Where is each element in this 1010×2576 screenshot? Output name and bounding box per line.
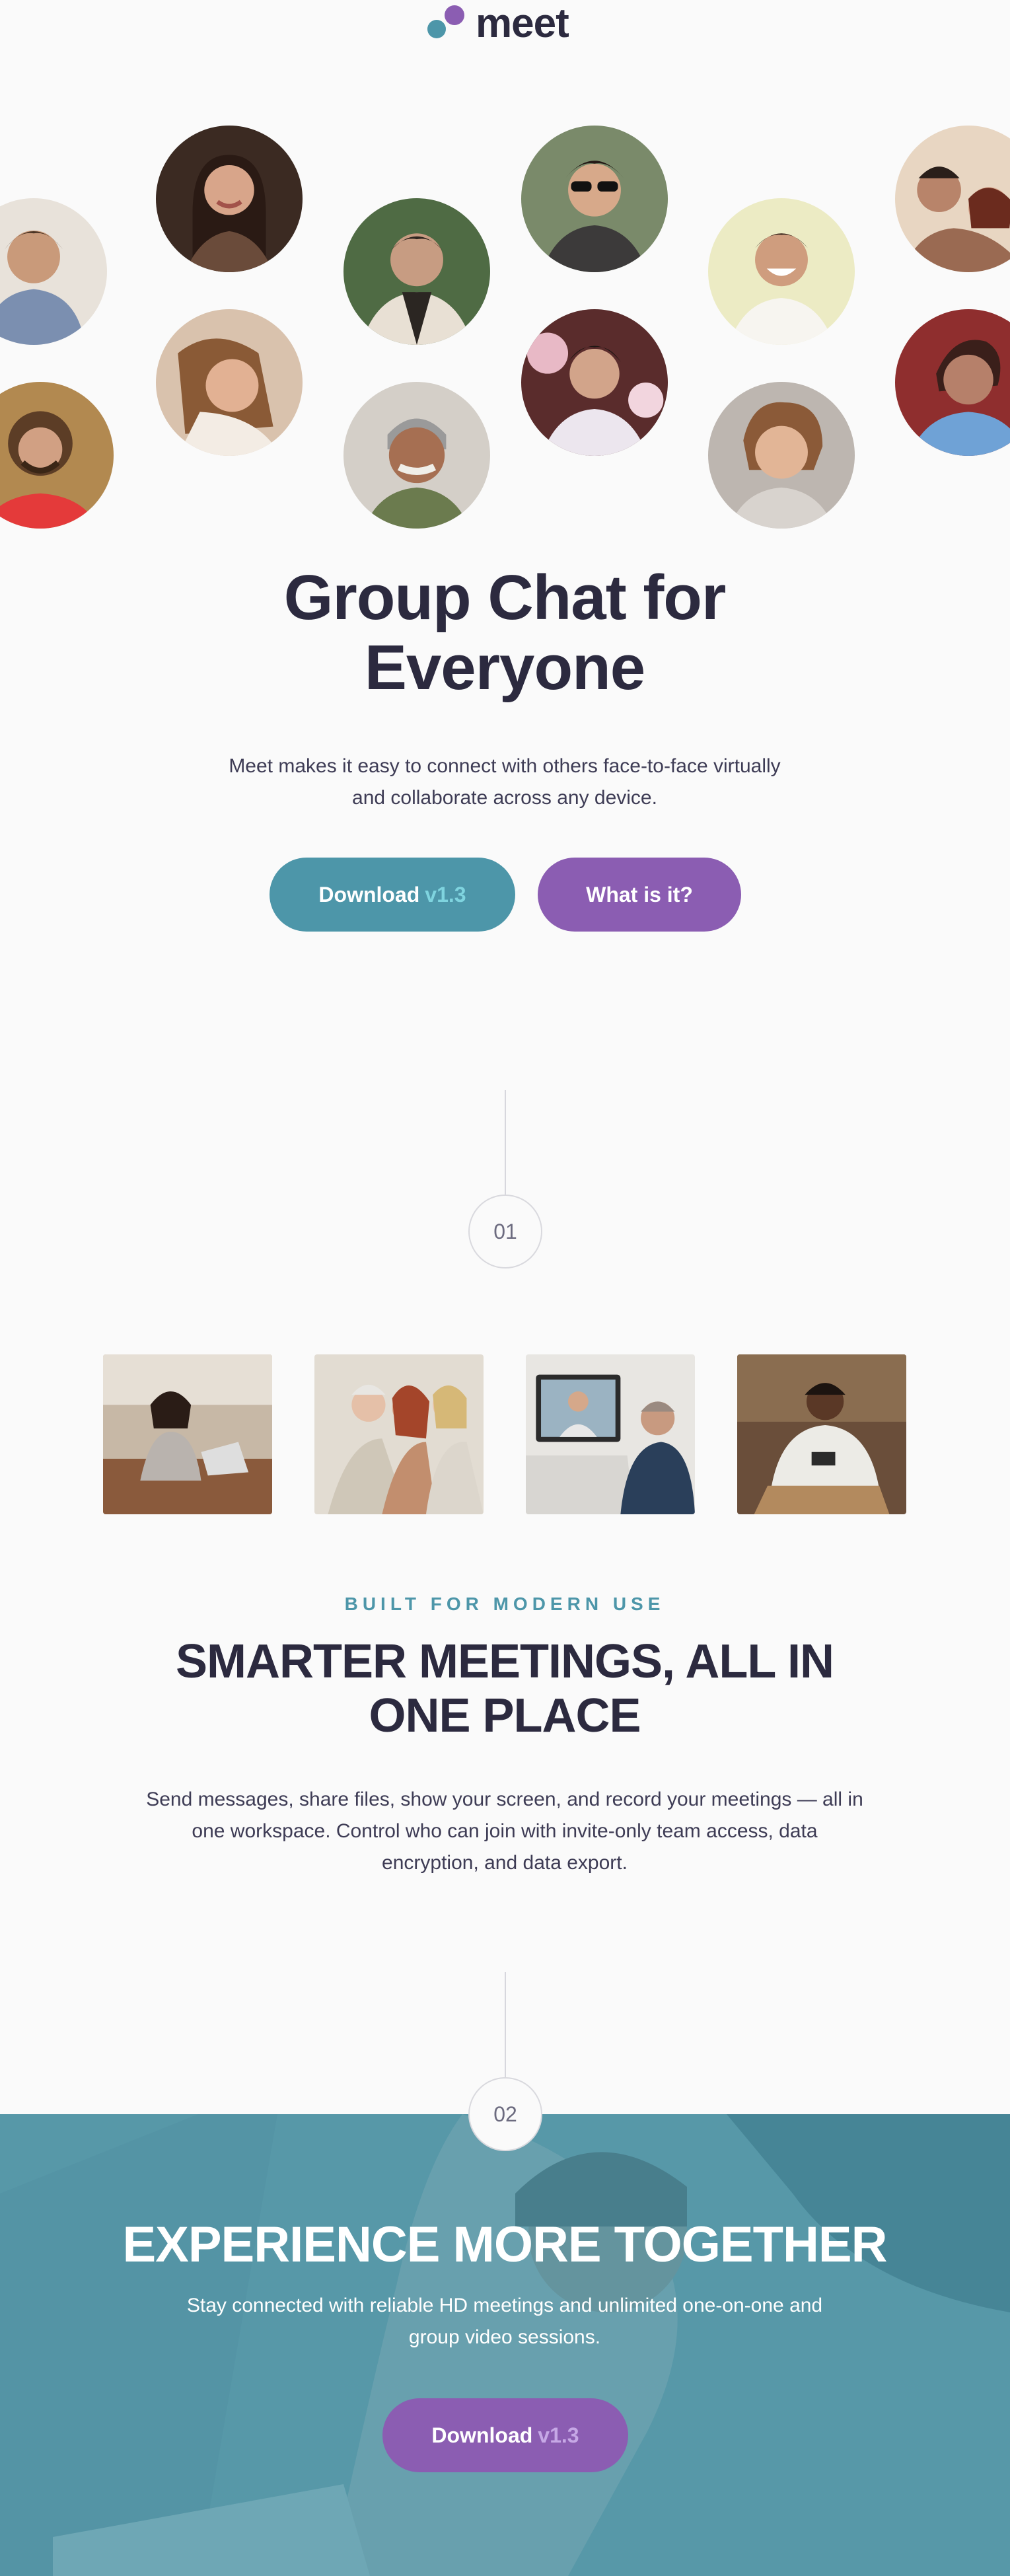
hero-title: Group Chat for Everyone — [283, 562, 727, 703]
features-eyebrow: BUILT FOR MODERN USE — [344, 1594, 665, 1614]
features-title: SMARTER MEETINGS, ALL IN ONE PLACE — [175, 1635, 834, 1742]
what-is-it-label: What is it? — [586, 882, 693, 906]
step-indicator-02: 02 — [468, 2077, 542, 2151]
download-label: Download — [318, 882, 420, 906]
cta-download-label: Download — [431, 2423, 533, 2447]
feature-photo — [314, 1354, 484, 1514]
avatar-photo — [895, 126, 1010, 272]
avatar-photo — [156, 126, 303, 272]
what-is-it-button[interactable]: What is it? — [538, 858, 741, 932]
avatar-photo — [156, 309, 303, 456]
avatar-photo — [0, 382, 114, 529]
feature-photo — [526, 1354, 695, 1514]
features-description: Send messages, share files, show your sc… — [146, 1788, 863, 1874]
avatar-photo — [0, 198, 107, 345]
step-indicator-01: 01 — [468, 1195, 542, 1269]
feature-photo — [103, 1354, 272, 1514]
cta-download-button[interactable]: Download v1.3 — [382, 2398, 628, 2472]
cta-title: EXPERIENCE MORE TOGETHER — [122, 2217, 887, 2273]
avatar-photo — [521, 309, 668, 456]
brand-name: meet — [476, 1, 569, 46]
feature-photo — [737, 1354, 906, 1514]
cta-download-version: v1.3 — [538, 2423, 579, 2447]
download-version: v1.3 — [425, 882, 466, 906]
avatar-photo — [708, 198, 855, 345]
avatar-photo — [343, 198, 490, 345]
cta-description: Stay connected with reliable HD meetings… — [186, 2295, 823, 2348]
step-connector-line — [505, 1090, 506, 1196]
download-button[interactable]: Download v1.3 — [270, 858, 515, 932]
avatar-photo — [895, 309, 1010, 456]
hero-description: Meet makes it easy to connect with other… — [229, 755, 781, 809]
avatar-photo — [708, 382, 855, 529]
logo-dot-purple — [445, 5, 464, 25]
brand-logo[interactable]: meet — [426, 1, 591, 49]
avatar-photo — [343, 382, 490, 529]
avatar-photo — [521, 126, 668, 272]
logo-dot-teal — [427, 20, 446, 38]
